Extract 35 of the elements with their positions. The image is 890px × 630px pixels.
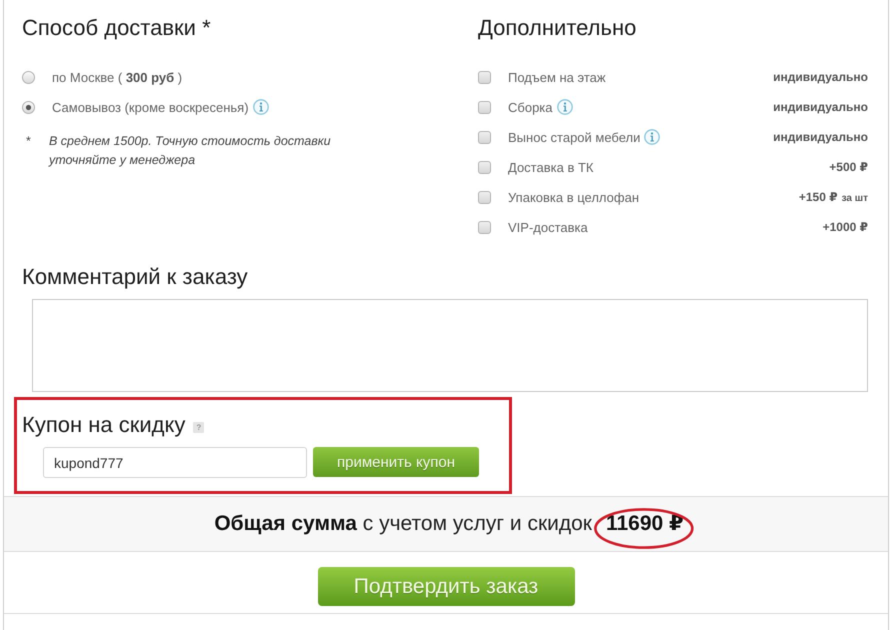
option-label[interactable]: по Москве ( 300 руб ) xyxy=(52,70,182,84)
checkbox[interactable] xyxy=(478,130,491,144)
unit-label: за шт xyxy=(842,193,868,204)
option-label[interactable]: VIP-доставка xyxy=(508,220,588,234)
checkbox[interactable] xyxy=(478,160,491,174)
footnote-text: В среднем 1500р. Точную стоимость доставки уточняйте у менеджера xyxy=(49,133,332,169)
footnote-mark: * xyxy=(26,133,32,150)
price-label: индивидуально xyxy=(773,100,868,114)
price-label: индивидуально xyxy=(773,70,868,84)
option-label[interactable]: Сборка xyxy=(508,100,552,114)
checkbox[interactable] xyxy=(478,190,491,204)
radio-button[interactable] xyxy=(22,100,35,114)
price-label: +150 ₽ xyxy=(798,190,838,204)
option-label[interactable]: Вынос старой мебели xyxy=(508,130,640,144)
price-label: +1000 ₽ xyxy=(822,220,868,234)
coupon-field[interactable]: kupond777 xyxy=(43,447,307,478)
info-icon[interactable] xyxy=(252,99,269,115)
radio-button[interactable] xyxy=(22,70,35,84)
option-label[interactable]: Самовывоз (кроме воскресенья) xyxy=(52,100,249,114)
price-label: +500 ₽ xyxy=(829,160,868,174)
option-label[interactable]: Подъем на этаж xyxy=(508,70,606,84)
total-label: Общая сумма с учетом услуг и скидок xyxy=(214,512,592,536)
checkbox[interactable] xyxy=(478,220,491,234)
section-heading: Купон на скидку xyxy=(22,411,186,439)
section-heading: Дополнительно xyxy=(478,14,638,42)
checkbox[interactable] xyxy=(478,100,491,114)
option-label[interactable]: Доставка в ТК xyxy=(508,160,594,174)
option-label[interactable]: Упаковка в целлофан xyxy=(508,190,639,204)
info-icon[interactable] xyxy=(556,99,572,115)
comment-field[interactable] xyxy=(32,299,868,392)
section-heading: Комментарий к заказу xyxy=(22,263,249,291)
info-icon[interactable] xyxy=(644,129,660,145)
checkbox[interactable] xyxy=(478,70,491,84)
section-heading: Способ доставки * xyxy=(22,14,212,42)
price-label: индивидуально xyxy=(773,130,868,144)
